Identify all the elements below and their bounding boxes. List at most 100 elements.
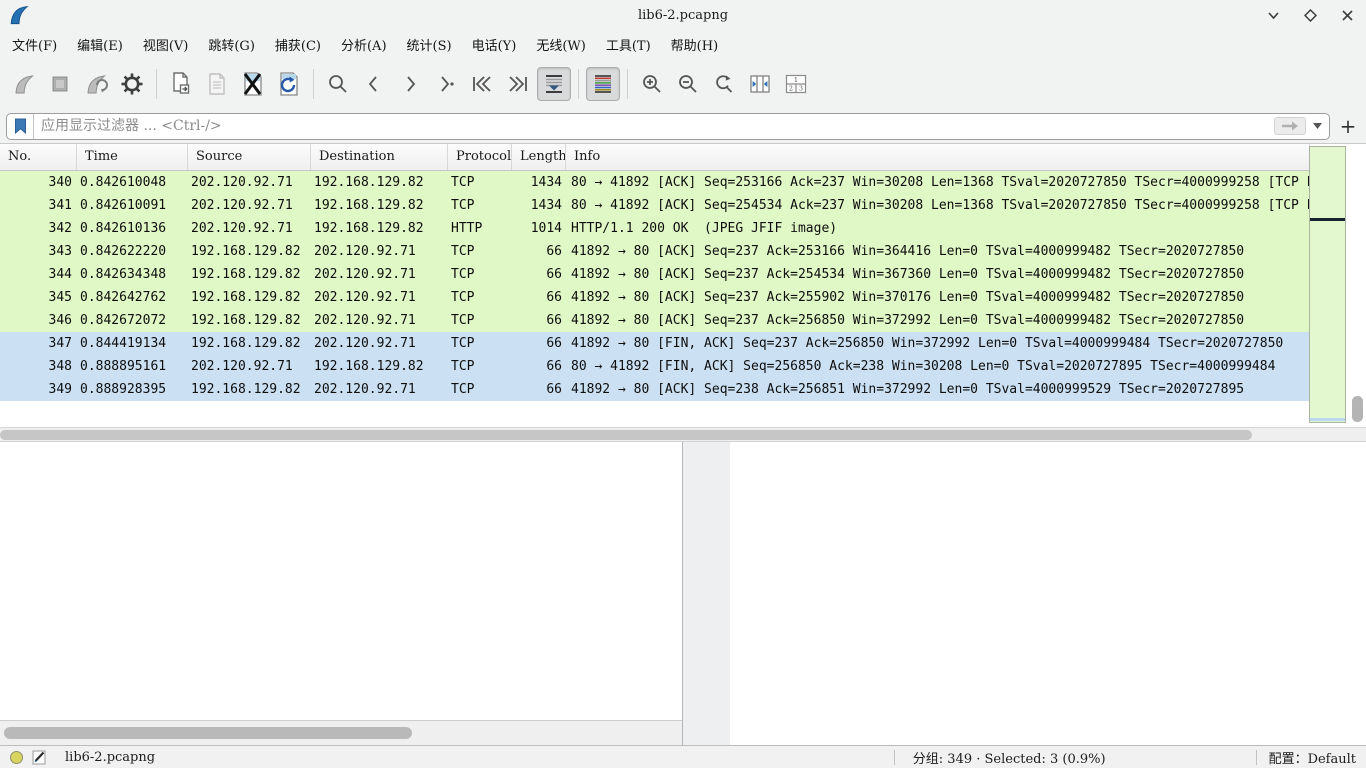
column-header-protocol[interactable]: Protocol [448,144,512,170]
vertical-scrollbar-thumb[interactable] [1352,396,1363,422]
layout-button[interactable]: 123 [779,67,813,101]
packet-list-header: No. Time Source Destination Protocol Len… [0,144,1310,171]
stop-capture-button[interactable] [43,67,77,101]
next-packet-button[interactable] [393,67,427,101]
add-filter-button[interactable]: + [1336,114,1360,138]
intelligent-scrollbar-minimap[interactable] [1309,146,1346,423]
menu-go[interactable]: 跳转(G) [198,31,265,58]
table-row[interactable]: 3450.842642762192.168.129.82202.120.92.7… [0,286,1310,309]
hscrollbar-thumb[interactable] [0,430,1252,440]
menu-help[interactable]: 帮助(H) [661,31,728,58]
find-packet-button[interactable] [321,67,355,101]
apply-filter-button[interactable] [1274,117,1306,135]
first-packet-icon [471,75,493,93]
main-toolbar: 123 [0,59,1366,109]
menu-tools[interactable]: 工具(T) [596,31,661,58]
column-header-no[interactable]: No. [0,144,77,170]
menu-edit[interactable]: 编辑(E) [67,31,133,58]
menu-view[interactable]: 视图(V) [133,31,199,58]
minimize-icon[interactable] [1267,9,1280,22]
restart-capture-button[interactable] [79,67,113,101]
search-icon [327,73,349,95]
menu-analyze[interactable]: 分析(A) [331,31,397,58]
status-profile[interactable]: 配置：Default [1257,748,1356,767]
bookmark-icon[interactable] [7,114,34,139]
table-row-selected[interactable]: 3480.888895161202.120.92.71192.168.129.8… [0,355,1310,378]
open-file-button[interactable] [164,67,198,101]
zoom-reset-icon [713,73,735,95]
table-row[interactable]: 3420.842610136202.120.92.71192.168.129.8… [0,217,1310,240]
auto-scroll-icon [544,74,564,94]
title-bar: lib6-2.pcapng [0,0,1366,30]
menu-capture[interactable]: 捕获(C) [265,31,331,58]
packet-bytes-pane [730,442,1366,745]
menu-statistics[interactable]: 统计(S) [397,31,462,58]
filter-bar: + [0,109,1366,144]
shark-fin-icon [12,72,36,96]
column-header-length[interactable]: Length [512,144,566,170]
save-file-button[interactable] [200,67,234,101]
packet-list-hscrollbar[interactable] [0,427,1366,441]
details-hscrollbar[interactable] [0,720,682,745]
table-row[interactable]: 3400.842610048202.120.92.71192.168.129.8… [0,171,1310,194]
resize-columns-icon [748,74,772,94]
go-to-packet-button[interactable] [429,67,463,101]
pane-splitter[interactable] [683,442,730,745]
resize-columns-button[interactable] [743,67,777,101]
first-packet-button[interactable] [465,67,499,101]
table-row[interactable]: 3460.842672072192.168.129.82202.120.92.7… [0,309,1310,332]
menu-telephony[interactable]: 电话(Y) [462,31,527,58]
capture-options-button[interactable] [115,67,149,101]
column-header-source[interactable]: Source [188,144,311,170]
close-file-icon [241,71,265,97]
gear-icon [119,71,145,97]
zoom-in-button[interactable] [635,67,669,101]
maximize-icon[interactable] [1304,9,1317,22]
zoom-reset-button[interactable] [707,67,741,101]
toolbar-separator [627,69,628,99]
display-filter-field[interactable] [6,113,1330,140]
svg-text:2: 2 [789,85,793,93]
chevron-left-icon [365,75,383,93]
expert-info-icon[interactable] [10,751,23,764]
restart-icon [84,72,108,96]
close-file-button[interactable] [236,67,270,101]
table-row[interactable]: 3410.842610091202.120.92.71192.168.129.8… [0,194,1310,217]
filter-input[interactable] [34,114,1274,139]
colorize-toggle[interactable] [586,67,620,101]
toolbar-separator [156,69,157,99]
previous-packet-button[interactable] [357,67,391,101]
filter-dropdown-chevron[interactable] [1309,123,1325,129]
column-header-destination[interactable]: Destination [311,144,448,170]
column-header-info[interactable]: Info [566,144,1310,170]
zoom-in-icon [641,73,663,95]
start-capture-button[interactable] [7,67,41,101]
table-row[interactable]: 3440.842634348192.168.129.82202.120.92.7… [0,263,1310,286]
details-hscrollbar-thumb[interactable] [4,727,412,739]
last-packet-button[interactable] [501,67,535,101]
table-row-selected[interactable]: 3470.844419134192.168.129.82202.120.92.7… [0,332,1310,355]
table-row-selected[interactable]: 3490.888928395192.168.129.82202.120.92.7… [0,378,1310,401]
capture-comment-icon[interactable] [32,750,47,765]
packet-details-content [0,442,682,720]
svg-text:1: 1 [794,76,798,84]
reload-file-icon [277,71,301,97]
status-packet-count: 分组: 349 · Selected: 3 (0.9%) [895,748,1256,767]
window-title: lib6-2.pcapng [0,8,1366,23]
save-file-icon [205,71,229,97]
close-icon[interactable] [1341,9,1354,22]
lower-panes [0,441,1366,745]
auto-scroll-toggle[interactable] [537,67,571,101]
minimap-selection [1310,418,1345,421]
menu-wireless[interactable]: 无线(W) [526,31,596,58]
zoom-out-button[interactable] [671,67,705,101]
column-header-time[interactable]: Time [77,144,188,170]
toolbar-separator [578,69,579,99]
reload-file-button[interactable] [272,67,306,101]
svg-text:3: 3 [799,85,803,93]
table-row[interactable]: 3430.842622220192.168.129.82202.120.92.7… [0,240,1310,263]
menu-file[interactable]: 文件(F) [2,31,67,58]
last-packet-icon [507,75,529,93]
colorize-icon [593,74,613,94]
packet-list: No. Time Source Destination Protocol Len… [0,144,1366,427]
